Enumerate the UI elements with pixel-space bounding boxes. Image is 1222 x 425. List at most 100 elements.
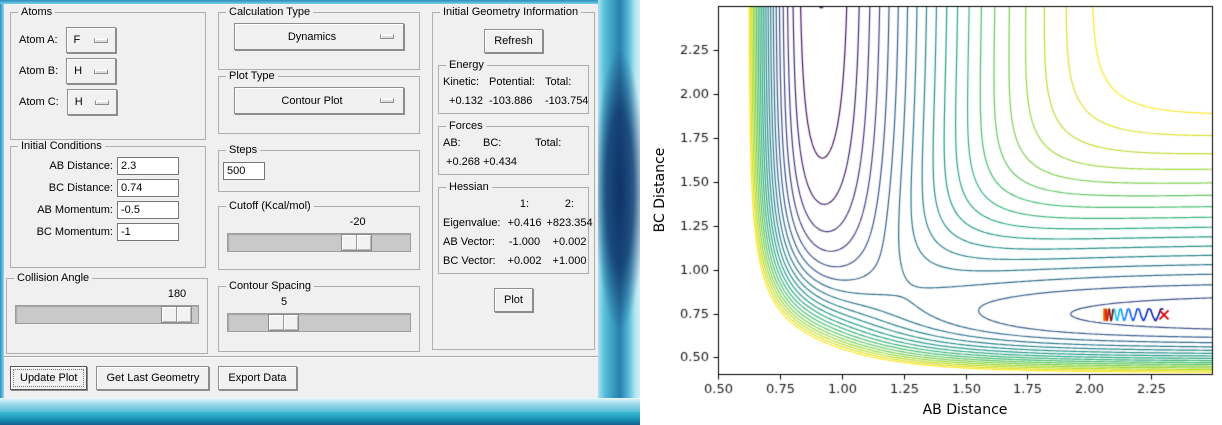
forces-ab-header: AB: [443,137,461,149]
energy-group: Energy Kinetic: Potential: Total: +0.132… [438,59,589,114]
atom-b-select[interactable]: H [66,58,117,84]
plot-type-title: Plot Type [226,70,278,82]
atoms-group: Atoms Atom A: F Atom B: H Atom C: H [10,6,206,140]
ab-momentum-label: AB Momentum: [37,204,113,216]
hessian-bc-vector-2: +1.000 [552,255,587,267]
calculation-type-title: Calculation Type [226,6,314,18]
calculation-type-group: Calculation Type Dynamics [218,6,420,70]
ab-distance-label: AB Distance: [49,160,113,172]
energy-potential-value: -103.886 [489,95,533,107]
hessian-corner-cell [443,198,503,210]
calculation-type-value: Dynamics [287,30,337,43]
atom-a-label: Atom A: [19,34,58,46]
screen: Atoms Atom A: F Atom B: H Atom C: H Init… [0,0,1222,425]
refresh-button[interactable]: Refresh [484,29,543,53]
plot-type-select[interactable]: Contour Plot [234,87,404,114]
window-right-aero-border [598,0,640,412]
steps-group: Steps [218,144,420,192]
control-panel: Atoms Atom A: F Atom B: H Atom C: H Init… [4,4,598,398]
atom-c-select[interactable]: H [66,89,117,115]
steps-input[interactable] [223,162,265,180]
plot-type-value: Contour Plot [281,94,343,107]
energy-total-value: -103.754 [545,95,589,107]
hessian-col2-header: 2: [564,198,575,210]
hessian-ab-vector-label: AB Vector: [443,236,495,248]
collision-angle-group: Collision Angle 180 [6,272,208,354]
bc-distance-input[interactable] [117,179,179,197]
collision-angle-trough[interactable] [15,305,199,324]
get-last-geometry-button[interactable]: Get Last Geometry [96,365,210,390]
atom-c-value: H [74,96,83,108]
hessian-bc-vector-1: +0.002 [507,255,542,267]
atoms-group-title: Atoms [18,6,56,18]
collision-angle-slider[interactable]: 180 [15,288,199,324]
contour-plot-figure: AB Distance BC Distance [640,0,1222,425]
energy-title: Energy [446,59,487,71]
initial-geometry-title: Initial Geometry Information [440,6,582,18]
collision-angle-handle[interactable] [161,306,192,323]
forces-ab-value: +0.268 [446,156,480,168]
contour-spacing-title: Contour Spacing [226,280,314,292]
cutoff-slider[interactable]: -20 [227,216,411,252]
cutoff-title: Cutoff (Kcal/mol) [226,200,314,212]
calculation-type-select[interactable]: Dynamics [234,23,404,50]
hessian-col1-header: 1: [519,198,530,210]
hessian-eigenvalue-1: +0.416 [507,217,542,229]
window-bottom-border [0,398,640,412]
initial-geometry-group: Initial Geometry Information Refresh Ene… [432,6,595,350]
forces-title: Forces [446,120,486,132]
forces-bc-value: +0.434 [483,156,517,168]
contour-spacing-value: 5 [280,296,288,308]
dropdown-indicator-icon [93,37,108,43]
contour-spacing-handle[interactable] [268,314,300,331]
ab-momentum-input[interactable] [117,201,179,219]
collision-angle-value: 180 [167,288,187,300]
hessian-eigenvalue-label: Eigenvalue: [443,217,501,229]
bc-momentum-input[interactable] [117,223,179,241]
energy-kinetic-value: +0.132 [449,95,483,107]
hessian-eigenvalue-2: +823.354 [546,217,593,229]
bottom-action-bar: Update Plot Get Last Geometry Export Dat… [4,356,598,398]
plot-button[interactable]: Plot [494,288,533,312]
hessian-group: Hessian 1: 2: Eigenvalue: +0.416 +823.35… [438,181,593,274]
atom-a-value: F [73,34,81,46]
forces-total-header: Total: [535,137,562,149]
contour-plot-canvas [640,0,1222,425]
hessian-ab-vector-1: -1.000 [508,236,541,248]
dropdown-indicator-icon [380,98,394,103]
dropdown-indicator-icon [380,34,394,39]
forces-group: Forces AB: BC: Total: +0.268 +0.434 [438,120,591,175]
plot-type-group: Plot Type Contour Plot [218,70,420,134]
desktop-wallpaper-strip [0,412,640,425]
atom-b-label: Atom B: [19,65,59,77]
initial-conditions-title: Initial Conditions [18,140,105,152]
atom-b-value: H [74,65,83,77]
atom-c-label: Atom C: [19,96,59,108]
bc-momentum-label: BC Momentum: [36,226,113,238]
x-axis-label: AB Distance [922,402,1008,418]
contour-spacing-trough[interactable] [227,313,411,332]
atom-a-select[interactable]: F [65,27,116,53]
bc-distance-label: BC Distance: [48,182,113,194]
forces-total-value [535,156,591,168]
energy-potential-header: Potential: [489,76,535,88]
y-axis-label: BC Distance [652,147,668,233]
cutoff-group: Cutoff (Kcal/mol) -20 [218,200,420,270]
ab-distance-input[interactable] [117,157,179,175]
steps-title: Steps [226,144,261,156]
cutoff-handle[interactable] [341,234,373,251]
collision-angle-title: Collision Angle [14,272,93,284]
forces-bc-header: BC: [483,137,502,149]
update-plot-button[interactable]: Update Plot [10,365,88,390]
dropdown-indicator-icon [94,68,109,74]
export-data-button[interactable]: Export Data [218,365,297,390]
hessian-title: Hessian [446,181,492,193]
hessian-ab-vector-2: +0.002 [552,236,587,248]
contour-spacing-slider[interactable]: 5 [227,296,411,332]
initial-conditions-group: Initial Conditions AB Distance: BC Dista… [10,140,206,268]
cutoff-value: -20 [349,216,366,228]
hessian-bc-vector-label: BC Vector: [443,255,496,267]
cutoff-trough[interactable] [227,233,411,252]
energy-kinetic-header: Kinetic: [443,76,480,88]
energy-total-header: Total: [545,76,572,88]
